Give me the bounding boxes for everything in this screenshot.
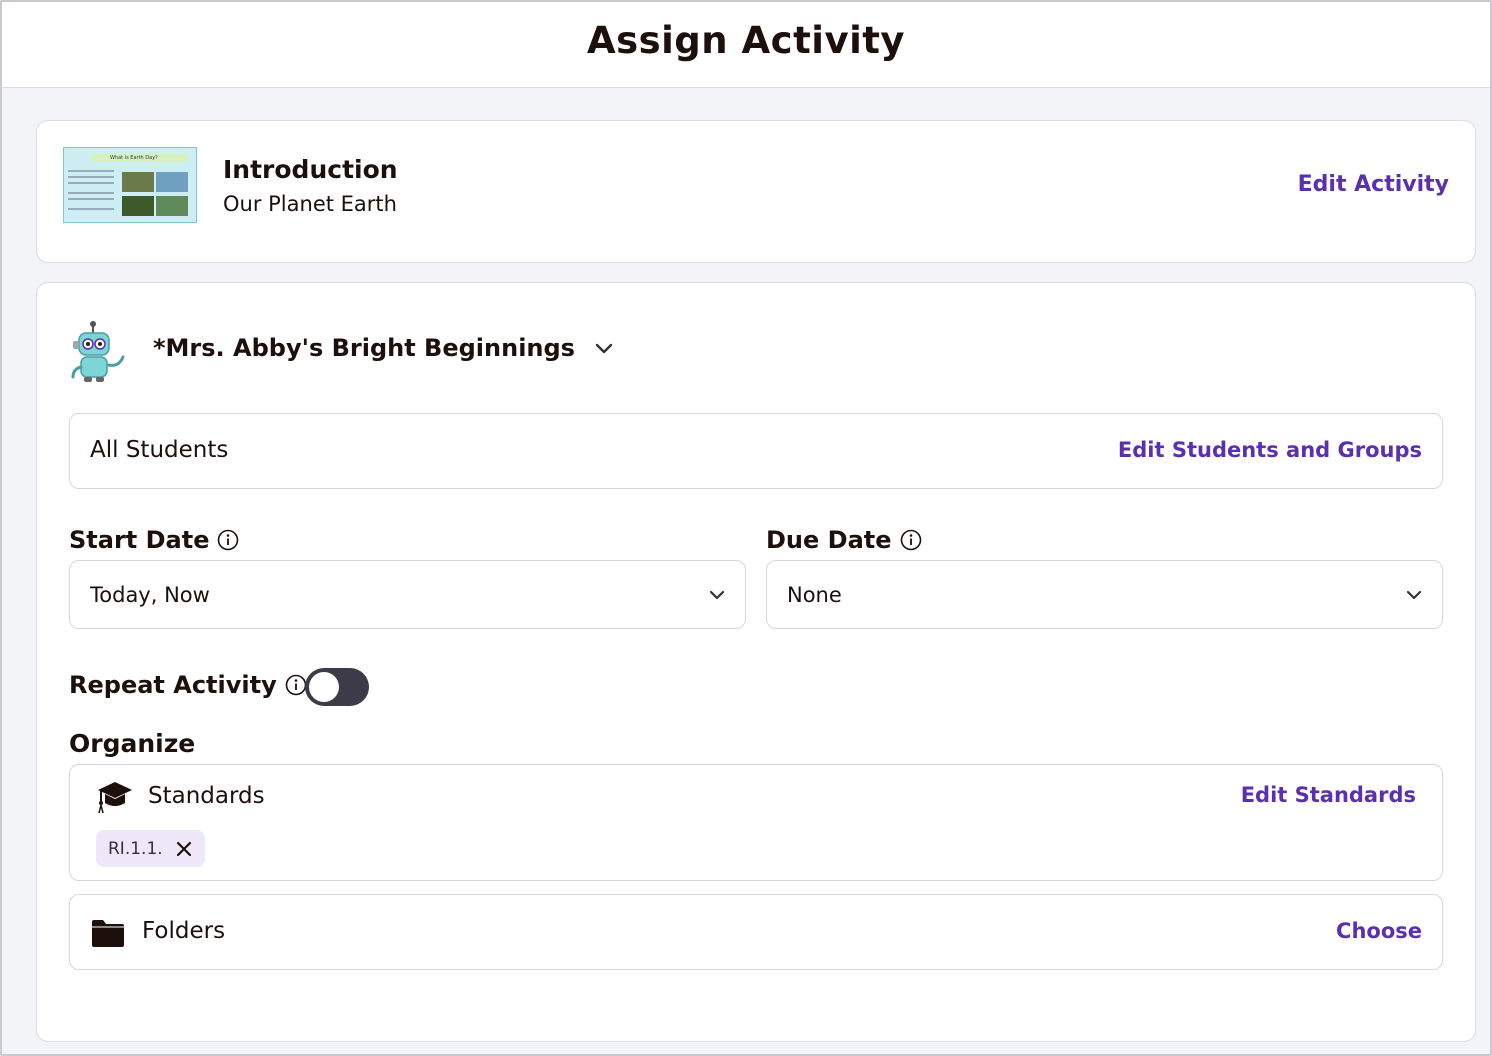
assign-activity-window: Assign Activity What is Earth Day? Intro… <box>0 0 1492 1056</box>
close-icon[interactable] <box>175 840 193 858</box>
thumbnail-text-line <box>68 192 114 194</box>
info-icon[interactable] <box>285 674 307 696</box>
chevron-down-icon <box>1406 590 1422 600</box>
thumbnail-text-line <box>68 208 114 210</box>
graduation-cap-icon <box>98 782 132 813</box>
standard-chip-label: RI.1.1. <box>108 838 163 859</box>
activity-title: Introduction <box>223 155 398 184</box>
start-date-label: Start Date <box>69 526 239 554</box>
thumbnail-text-line <box>68 198 114 200</box>
activity-thumbnail: What is Earth Day? <box>63 147 197 223</box>
standards-section: Standards Edit Standards RI.1.1. <box>69 764 1443 881</box>
standard-chip: RI.1.1. <box>96 830 205 867</box>
repeat-activity-label: Repeat Activity <box>69 671 307 699</box>
thumbnail-photo <box>156 196 188 216</box>
activity-card: What is Earth Day? Introduction Our Plan… <box>36 120 1476 263</box>
students-selector: All Students Edit Students and Groups <box>69 413 1443 489</box>
thumbnail-photo <box>122 172 154 192</box>
students-label: All Students <box>90 437 229 463</box>
thumbnail-text-line <box>68 176 114 178</box>
standards-label: Standards <box>148 783 265 809</box>
folders-label: Folders <box>142 918 226 944</box>
class-name: *Mrs. Abby's Bright Beginnings <box>153 334 575 362</box>
start-date-select[interactable]: Today, Now <box>69 560 746 629</box>
robot-avatar-icon <box>71 321 125 382</box>
due-date-label-text: Due Date <box>766 526 892 554</box>
thumbnail-title: What is Earth Day? <box>110 155 158 161</box>
edit-students-groups-link[interactable]: Edit Students and Groups <box>1118 438 1422 462</box>
folder-icon <box>92 920 124 947</box>
chevron-down-icon <box>709 590 725 600</box>
info-icon[interactable] <box>900 529 922 551</box>
page-header: Assign Activity <box>2 2 1490 88</box>
due-date-value: None <box>787 583 842 607</box>
folders-section: Folders Choose <box>69 894 1443 970</box>
info-icon[interactable] <box>217 529 239 551</box>
activity-subtitle: Our Planet Earth <box>223 192 397 216</box>
organize-heading: Organize <box>69 729 196 758</box>
repeat-activity-label-text: Repeat Activity <box>69 671 277 699</box>
thumbnail-text-line <box>68 170 114 172</box>
due-date-select[interactable]: None <box>766 560 1443 629</box>
start-date-label-text: Start Date <box>69 526 210 554</box>
thumbnail-photo <box>156 172 188 192</box>
chevron-down-icon[interactable] <box>593 337 615 359</box>
thumbnail-photo <box>122 196 154 216</box>
repeat-activity-toggle[interactable] <box>305 668 369 706</box>
thumbnail-text-line <box>68 182 114 184</box>
page-title: Assign Activity <box>586 19 906 62</box>
start-date-value: Today, Now <box>90 583 210 607</box>
assignment-settings-card: *Mrs. Abby's Bright Beginnings All Stude… <box>36 282 1476 1042</box>
toggle-knob <box>309 672 339 702</box>
due-date-label: Due Date <box>766 526 922 554</box>
edit-standards-link[interactable]: Edit Standards <box>1241 783 1416 807</box>
edit-activity-link[interactable]: Edit Activity <box>1298 172 1449 197</box>
choose-folders-link[interactable]: Choose <box>1336 919 1422 943</box>
